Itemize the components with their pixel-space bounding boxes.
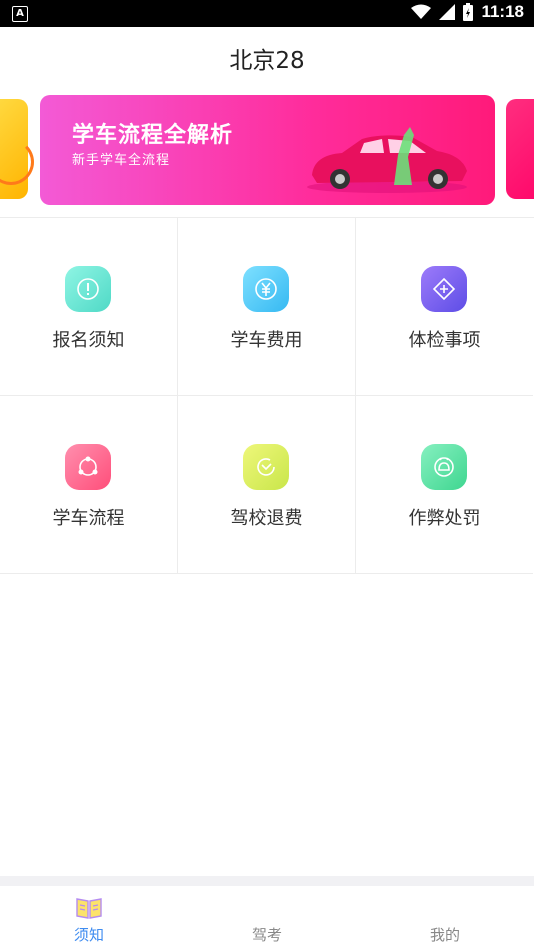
status-icons: 11:18 (411, 2, 524, 22)
grid-item-label: 学车流程 (52, 508, 125, 529)
grid-item-refund[interactable]: 驾校退费 (178, 396, 356, 574)
diamond-plus-icon (421, 266, 467, 312)
tabbar-divider (0, 876, 534, 886)
banner-slide-current[interactable]: 学车流程全解析 新手学车全流程 (40, 95, 495, 205)
grid-item-process[interactable]: 学车流程 (0, 396, 178, 574)
status-bar: A 11:18 (0, 0, 534, 27)
tab-notice[interactable]: 须知 (0, 886, 178, 950)
open-book-icon (76, 898, 102, 919)
status-time: 11:18 (481, 2, 524, 21)
refund-clock-icon (243, 444, 289, 490)
tab-exam[interactable]: 驾考 (178, 886, 356, 950)
tab-label: 驾考 (251, 926, 282, 944)
banner-carousel[interactable]: 学车流程全解析 新手学车全流程 (0, 89, 534, 214)
tab-label: 我的 (429, 926, 460, 944)
tab-label: 须知 (73, 926, 104, 944)
grid-item-penalty[interactable]: 作弊处罚 (356, 396, 533, 574)
banner-title: 学车流程全解析 (72, 123, 234, 148)
grid-item-medical[interactable]: 体检事项 (356, 218, 533, 396)
banner-slide-next[interactable] (506, 99, 534, 199)
wifi-icon (411, 4, 432, 19)
banner-slide-previous[interactable] (0, 99, 34, 199)
grid-item-fees[interactable]: 学车费用 (178, 218, 356, 396)
car-illustration (307, 127, 467, 193)
banner-subtitle: 新手学车全流程 (72, 153, 171, 168)
notification-icon: A (12, 6, 28, 22)
exclamation-icon (65, 266, 111, 312)
feature-grid: 报名须知 学车费用 体检事项 学车流程 驾校退费 作弊处罚 (0, 217, 534, 574)
grid-item-label: 报名须知 (52, 330, 125, 351)
grid-item-registration[interactable]: 报名须知 (0, 218, 178, 396)
battery-icon (463, 3, 474, 21)
bottom-tab-bar: 须知 驾考 我的 (0, 886, 534, 950)
penalty-icon (421, 444, 467, 490)
grid-item-label: 体检事项 (408, 330, 481, 351)
grid-item-label: 驾校退费 (230, 508, 303, 529)
yen-icon (243, 266, 289, 312)
signal-icon (439, 4, 456, 20)
app-bar: 北京28 (0, 27, 534, 89)
tab-mine[interactable]: 我的 (356, 886, 534, 950)
page-title: 北京28 (229, 48, 305, 74)
triangle-nodes-icon (65, 444, 111, 490)
grid-item-label: 作弊处罚 (408, 508, 481, 529)
grid-item-label: 学车费用 (230, 330, 303, 351)
